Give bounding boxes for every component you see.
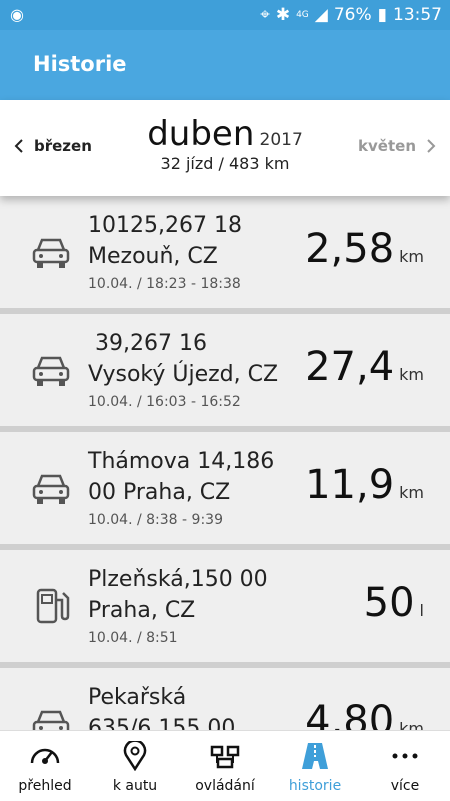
car-icon — [32, 238, 70, 268]
nav-item-k-autu[interactable]: k autu — [90, 731, 180, 801]
trip-unit: km — [399, 365, 424, 384]
nav-item-prehled[interactable]: přehled — [0, 731, 90, 801]
more-dots-icon — [392, 753, 418, 759]
battery-level: 76% — [333, 5, 372, 25]
next-month-button[interactable]: květen — [358, 137, 436, 155]
nav-item-ovladani[interactable]: ovládání — [180, 731, 270, 801]
trip-value: 27,4 — [305, 344, 395, 390]
trip-value: 4,80 — [305, 698, 395, 730]
month-summary: 32 jízd / 483 km — [160, 154, 290, 173]
month-selector: březen duben 2017 32 jízd / 483 km květe… — [0, 100, 450, 196]
overview-icon — [30, 748, 60, 764]
history-road-icon — [302, 743, 328, 769]
trip-address-line1: 10125,267 18 — [88, 213, 242, 238]
car-icon — [32, 356, 70, 386]
battery-icon: ▮ — [377, 5, 387, 25]
trip-unit: km — [399, 483, 424, 502]
trip-address-line1: Pekařská — [88, 685, 187, 710]
bluetooth-icon: ✱ — [275, 5, 291, 25]
nav-item-historie[interactable]: historie — [270, 731, 360, 801]
trip-address-line2: Mezouň, CZ — [88, 244, 218, 269]
trip-unit: km — [399, 719, 424, 730]
trip-address-line2: Vysoký Újezd, CZ — [88, 362, 279, 387]
trip-time: 10.04. / 8:38 - 9:39 — [88, 512, 223, 528]
trip-list[interactable]: 10125,267 18 Mezouň, CZ 10.04. / 18:23 -… — [0, 196, 450, 730]
trip-address-line1: 39,267 16 — [88, 331, 207, 356]
trip-time: 10.04. / 8:51 — [88, 630, 178, 646]
trip-value: 50 — [363, 580, 415, 626]
list-item[interactable]: 39,267 16 Vysoký Újezd, CZ 10.04. / 16:0… — [0, 314, 450, 426]
next-month-label: květen — [358, 137, 416, 155]
trip-time: 10.04. / 18:23 - 18:38 — [88, 276, 241, 292]
list-item[interactable]: Plzeňská,150 00 Praha, CZ 10.04. / 8:51 … — [0, 550, 450, 662]
list-item[interactable]: Pekařská 635/6,155 00 4,80 km — [0, 668, 450, 730]
fuel-pump-icon — [36, 588, 70, 624]
current-month: duben — [147, 114, 255, 154]
car-icon — [32, 474, 70, 504]
list-item[interactable]: Thámova 14,186 00 Praha, CZ 10.04. / 8:3… — [0, 432, 450, 544]
location-icon: ⌖ — [260, 5, 270, 25]
trip-value: 11,9 — [305, 462, 395, 508]
trip-address-line2: 00 Praha, CZ — [88, 480, 231, 505]
trip-address-line2: 635/6,155 00 — [88, 716, 236, 730]
trip-address-line2: Praha, CZ — [88, 598, 196, 623]
clock: 13:57 — [393, 5, 442, 25]
trip-address-line1: Plzeňská,150 00 — [88, 567, 268, 592]
current-year: 2017 — [259, 130, 303, 150]
list-item[interactable]: 10125,267 18 Mezouň, CZ 10.04. / 18:23 -… — [0, 196, 450, 308]
chevron-right-icon — [427, 139, 436, 153]
trip-unit: km — [399, 247, 424, 266]
controls-icon — [210, 745, 240, 769]
nav-label: k autu — [112, 778, 158, 794]
nav-label: více — [390, 778, 420, 794]
network-type: 4G — [296, 10, 309, 20]
trip-address-line1: Thámova 14,186 — [88, 449, 275, 474]
nav-label: ovládání — [195, 778, 255, 794]
app-notification-icon: ◉ — [10, 5, 24, 24]
trip-value: 2,58 — [305, 226, 395, 272]
status-bar: ◉ ⌖ ✱ 4G ◢ 76% ▮ 13:57 — [0, 0, 450, 30]
app-bar: Historie — [0, 30, 450, 100]
signal-icon: ◢ — [314, 5, 328, 25]
location-pin-icon — [123, 739, 147, 772]
nav-label: přehled — [18, 778, 72, 794]
trip-unit: l — [419, 601, 424, 620]
trip-time: 10.04. / 16:03 - 16:52 — [88, 394, 241, 410]
bottom-navigation: přehled k autu ovládání historie více — [0, 730, 450, 801]
page-title: Historie — [33, 52, 127, 76]
nav-item-vice[interactable]: více — [360, 731, 450, 801]
nav-label: historie — [288, 778, 342, 794]
car-icon — [32, 710, 70, 730]
